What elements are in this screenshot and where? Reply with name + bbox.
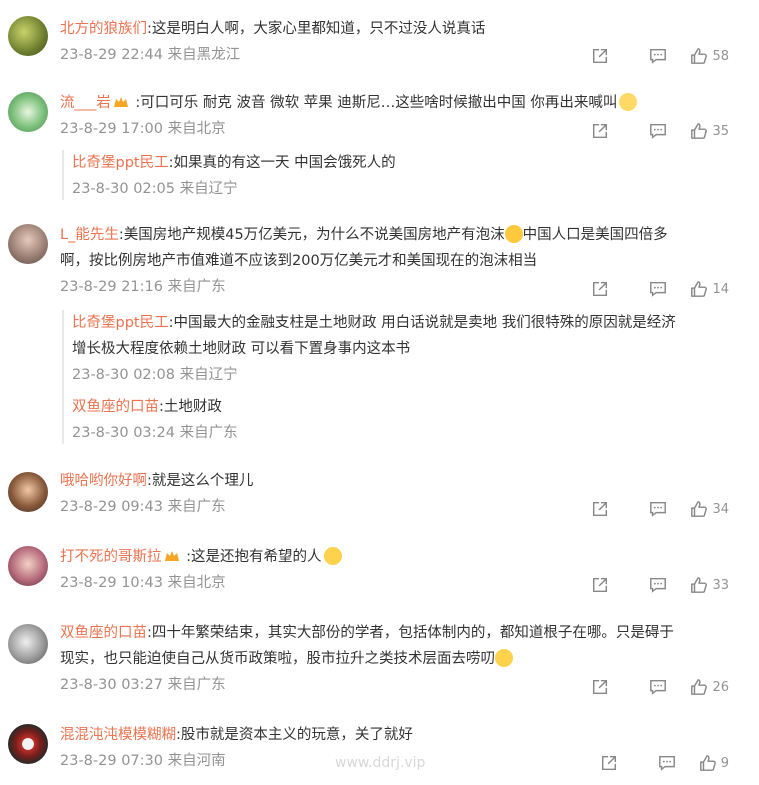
reply-text: :土地财政 <box>159 399 222 415</box>
like-count: 35 <box>712 123 729 139</box>
like-icon[interactable] <box>690 678 708 696</box>
username-link[interactable]: 北方的狼族们 <box>60 21 147 37</box>
comment-text: :可口可乐 耐克 波音 微软 苹果 迪斯尼…这些啥时候撤出中国 你再出来喊叫 <box>130 95 618 111</box>
like-icon[interactable] <box>690 122 708 140</box>
avatar[interactable] <box>8 16 48 56</box>
avatar[interactable] <box>8 224 48 264</box>
comment-text-line2: 现实，也只能迫使自己从货币政策啦，股市拉升之类技术层面去唠叨 <box>60 651 495 667</box>
like-icon[interactable] <box>690 576 708 594</box>
like-button[interactable]: 34 <box>690 500 729 518</box>
comment-time: 23-8-29 07:30 <box>60 753 163 769</box>
username-link[interactable]: 比奇堡ppt民工 <box>72 155 169 171</box>
glasses-emoji-icon <box>495 649 513 667</box>
like-button[interactable]: 33 <box>690 576 729 594</box>
username-link[interactable]: 双鱼座的口苗 <box>60 625 147 641</box>
reply-location: 来自辽宁 <box>179 181 238 197</box>
comment-text: :四十年繁荣结束，其实大部份的学者，包括体制内的，都知道根子在哪。只是碍于 <box>147 625 674 641</box>
username-link[interactable]: 哦哈哟你好啊 <box>60 473 147 489</box>
comment-time: 23-8-30 03:27 <box>60 677 163 693</box>
comment-text: :这是明白人啊，大家心里都知道，只不过没人说真话 <box>147 21 486 37</box>
comment-text-cont: 中国人口是美国四倍多 <box>522 227 668 243</box>
share-icon[interactable] <box>580 45 620 67</box>
avatar[interactable] <box>8 546 48 586</box>
reply-location: 来自辽宁 <box>179 367 238 383</box>
comment-icon[interactable] <box>638 498 678 520</box>
cat-emoji-icon <box>619 93 638 111</box>
like-count: 58 <box>712 48 729 64</box>
like-icon[interactable] <box>690 47 708 65</box>
reply-time: 23-8-30 02:08 <box>72 367 175 383</box>
like-button[interactable]: 35 <box>690 122 729 140</box>
username-link[interactable]: 打不死的哥斯拉 <box>60 549 162 565</box>
vip-crown-icon <box>164 551 179 561</box>
like-count: 14 <box>712 281 729 297</box>
username-link[interactable]: 混混沌沌模模糊糊 <box>60 727 176 743</box>
reply-item: 比奇堡ppt民工:中国最大的金融支柱是土地财政 用白话说就是卖地 我们很特殊的原… <box>62 310 676 444</box>
share-icon[interactable] <box>589 752 629 774</box>
watermark: www.ddrj.vip <box>335 755 426 771</box>
comment-text: :美国房地产规模45万亿美元，为什么不说美国房地产有泡沫 <box>118 227 505 243</box>
comment-time: 23-8-29 10:43 <box>60 575 163 591</box>
reply-time: 23-8-30 03:24 <box>72 425 175 441</box>
comment-location: 来自北京 <box>167 575 226 591</box>
username-link[interactable]: 比奇堡ppt民工 <box>72 315 169 331</box>
username-link[interactable]: 双鱼座的口苗 <box>72 399 159 415</box>
like-button[interactable]: 14 <box>690 280 729 298</box>
comment-text: :股市就是资本主义的玩意，关了就好 <box>176 727 413 743</box>
comment-location: 来自黑龙江 <box>167 47 241 63</box>
reply-location: 来自广东 <box>179 425 238 441</box>
comment-time: 23-8-29 17:00 <box>60 121 163 137</box>
share-icon[interactable] <box>580 676 620 698</box>
comment-icon[interactable] <box>638 676 678 698</box>
like-icon[interactable] <box>690 500 708 518</box>
vip-crown-icon <box>113 97 128 107</box>
reply-time: 23-8-30 02:05 <box>72 181 175 197</box>
comment-location: 来自广东 <box>167 279 226 295</box>
comment-text-line2: 啊，按比例房地产市值难道不应该到200万亿美元才和美国现在的泡沫相当 <box>60 253 538 269</box>
like-button[interactable]: 26 <box>690 678 729 696</box>
comment-icon[interactable] <box>647 752 687 774</box>
username-link[interactable]: L_能先生 <box>60 227 119 243</box>
like-count: 34 <box>712 501 729 517</box>
like-icon[interactable] <box>690 280 708 298</box>
like-button[interactable]: 58 <box>690 47 729 65</box>
comment-text: :这是还抱有希望的人 <box>181 549 322 565</box>
share-icon[interactable] <box>580 278 620 300</box>
comment-text: :就是这么个理儿 <box>147 473 254 489</box>
reply-text: :如果真的有这一天 中国会饿死人的 <box>168 155 396 171</box>
reply-text-line2: 增长极大程度依赖土地财政 可以看下置身事内这本书 <box>72 341 411 357</box>
like-button[interactable]: 9 <box>699 754 729 772</box>
comment-location: 来自广东 <box>167 499 226 515</box>
like-icon[interactable] <box>699 754 717 772</box>
like-count: 33 <box>712 577 729 593</box>
reply-item: 比奇堡ppt民工:如果真的有这一天 中国会饿死人的 23-8-30 02:05 … <box>62 150 396 200</box>
comment-time: 23-8-29 09:43 <box>60 499 163 515</box>
avatar[interactable] <box>8 472 48 512</box>
avatar[interactable] <box>8 724 48 764</box>
comment-icon[interactable] <box>638 45 678 67</box>
comment-icon[interactable] <box>638 120 678 142</box>
avatar[interactable] <box>8 92 48 132</box>
share-icon[interactable] <box>580 120 620 142</box>
sweat-emoji-icon <box>323 547 342 565</box>
comment-location: 来自广东 <box>167 677 226 693</box>
username-link[interactable]: 流___岩 <box>60 95 111 111</box>
comment-location: 来自河南 <box>167 753 226 769</box>
grin-emoji-icon <box>504 225 523 243</box>
share-icon[interactable] <box>580 574 620 596</box>
comment-time: 23-8-29 21:16 <box>60 279 163 295</box>
comment-location: 来自北京 <box>167 121 226 137</box>
comment-icon[interactable] <box>638 278 678 300</box>
comment-icon[interactable] <box>638 574 678 596</box>
share-icon[interactable] <box>580 498 620 520</box>
avatar[interactable] <box>8 624 48 664</box>
comment-time: 23-8-29 22:44 <box>60 47 163 63</box>
like-count: 26 <box>712 679 729 695</box>
reply-text: :中国最大的金融支柱是土地财政 用白话说就是卖地 我们很特殊的原因就是经济 <box>168 315 676 331</box>
like-count: 9 <box>720 755 729 771</box>
